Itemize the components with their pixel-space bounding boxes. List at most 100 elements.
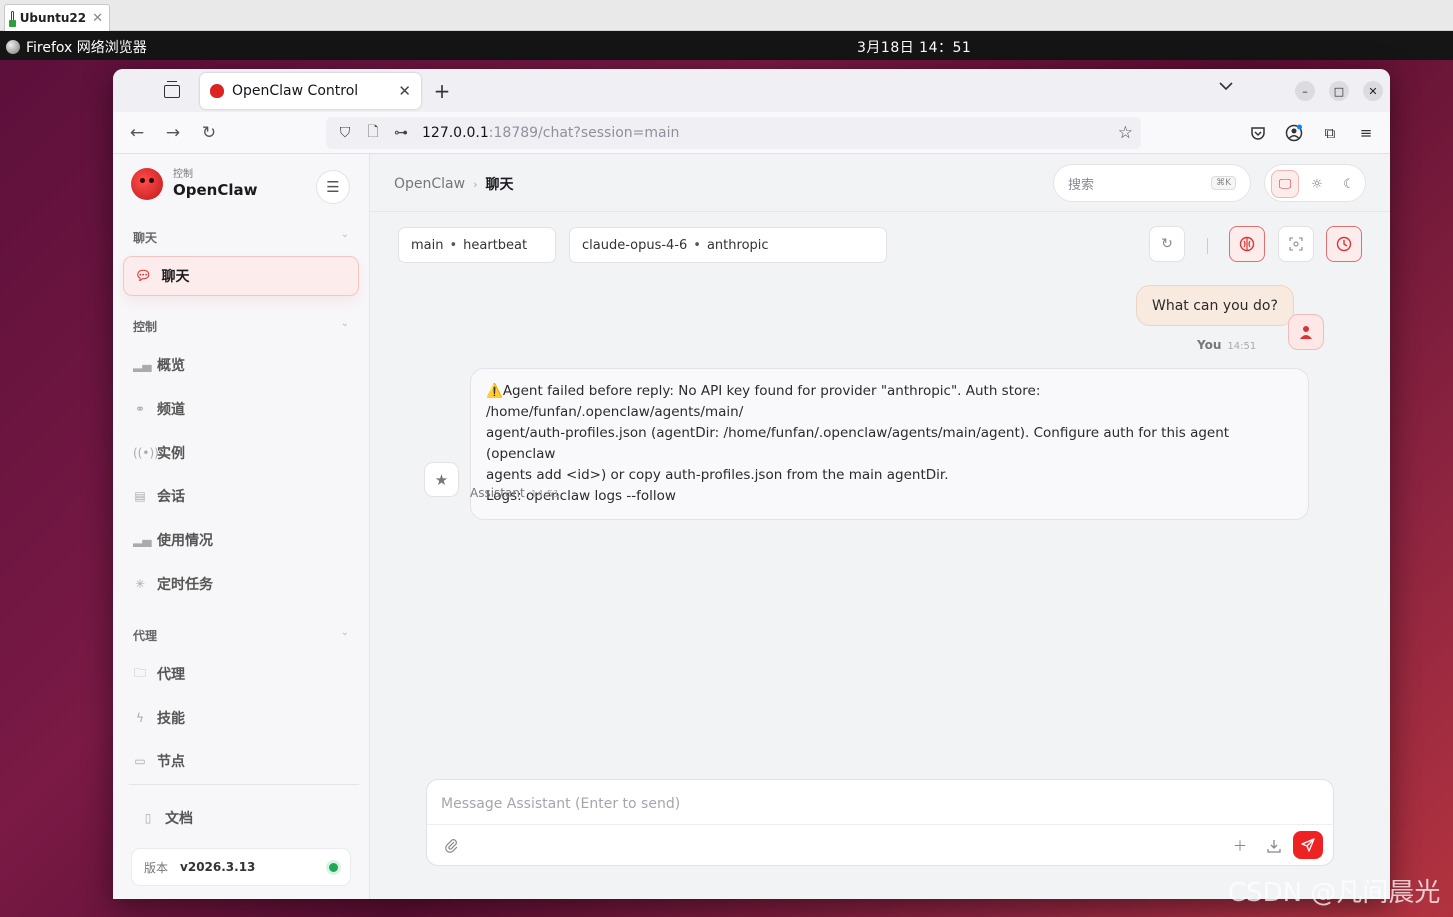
chevron-down-icon: ⌄ xyxy=(340,229,349,240)
section-header-agent[interactable]: 代理 ⌄ xyxy=(133,627,349,644)
account-icon[interactable] xyxy=(1282,121,1306,145)
breadcrumb-separator: › xyxy=(473,177,478,191)
maximize-window-button[interactable]: □ xyxy=(1329,81,1349,101)
pocket-icon[interactable] xyxy=(1246,121,1270,145)
close-tab-icon[interactable]: ✕ xyxy=(398,82,411,100)
monitor-theme-icon[interactable]: 🖵︎ xyxy=(1271,170,1299,198)
desktop-top-bar: Firefox 网络浏览器 3月18日 14：51 xyxy=(0,31,1453,60)
minimize-window-button[interactable]: – xyxy=(1295,81,1315,101)
brain-icon[interactable] xyxy=(1229,226,1265,262)
breadcrumb-root[interactable]: OpenClaw xyxy=(394,176,465,192)
loader-icon: ✳ xyxy=(134,577,146,591)
openclaw-favicon-icon xyxy=(210,84,224,98)
close-window-button[interactable]: ✕ xyxy=(1363,81,1383,101)
send-button[interactable] xyxy=(1293,831,1323,859)
version-label: 版本 xyxy=(144,860,169,875)
section-header-chat[interactable]: 聊天 ⌄ xyxy=(133,229,349,246)
sidebar-item-sessions[interactable]: ▤ 会话 xyxy=(133,481,353,511)
warning-icon: ⚠️ xyxy=(486,383,503,399)
composer-divider xyxy=(427,824,1335,825)
session-selector[interactable]: main • heartbeat xyxy=(398,227,556,263)
assistant-error-line-4: Logs: openclaw logs --follow xyxy=(486,488,676,504)
moon-icon[interactable]: ☾ xyxy=(1335,170,1363,198)
reload-icon[interactable]: ↻ xyxy=(197,121,221,145)
sidebar-item-nodes[interactable]: ▭ 节点 xyxy=(133,746,353,776)
vm-tab[interactable]: Ubuntu22 ✕ xyxy=(4,4,110,31)
assistant-error-line-1: ⚠️Agent failed before reply: No API key … xyxy=(486,383,1041,420)
folder-icon: 🗀 xyxy=(133,665,146,680)
sun-icon[interactable]: ☼ xyxy=(1303,170,1331,198)
focus-icon[interactable] xyxy=(1278,226,1314,262)
user-message-meta: You 14:51 xyxy=(1197,338,1257,352)
sidebar-item-agents[interactable]: 🗀 代理 xyxy=(133,659,353,689)
plus-icon[interactable]: ＋ xyxy=(1229,835,1251,857)
active-app-name: Firefox 网络浏览器 xyxy=(26,40,147,56)
sidebar-item-overview[interactable]: ▂▄ 概览 xyxy=(133,350,353,380)
bookmark-star-icon[interactable]: ☆ xyxy=(1118,123,1133,143)
vm-tab-strip: Ubuntu22 ✕ xyxy=(0,0,1453,31)
browser-nav-bar: ← → ↻ ⛉ 🗋 ⊶ 127.0.0.1:18789/chat?session… xyxy=(113,112,1390,154)
vm-tab-close-icon[interactable]: ✕ xyxy=(92,11,103,26)
assistant-star-icon: ★ xyxy=(424,462,459,497)
paperclip-icon[interactable] xyxy=(441,835,463,857)
assistant-error-line-2: agent/auth-profiles.json (agentDir: /hom… xyxy=(486,425,1230,462)
assistant-error-line-3: agents add <id>) or copy auth-profiles.j… xyxy=(486,467,949,483)
brand-name: OpenClaw xyxy=(173,181,258,199)
download-icon[interactable] xyxy=(1263,835,1285,857)
back-arrow-icon[interactable]: ← xyxy=(125,121,149,145)
page-info-icon[interactable]: 🗋 xyxy=(364,121,382,145)
key-icon[interactable]: ⊶ xyxy=(392,125,410,141)
sidebar-menu-button[interactable]: ☰ xyxy=(316,170,350,204)
extensions-icon[interactable]: ⧉ xyxy=(1318,121,1342,145)
assistant-message-meta: Assistant 14:51 xyxy=(470,486,560,500)
sidebar-item-cron[interactable]: ✳ 定时任务 xyxy=(133,569,353,599)
openclaw-app: 控制 OpenClaw ☰ 聊天⌄ 💬︎ 聊天 控制⌄ ▂▄概览 ⚭频道 xyxy=(113,154,1390,899)
model-selector[interactable]: claude-opus-4-6 • anthropic xyxy=(569,227,887,263)
app-menu-icon[interactable]: ≡ xyxy=(1354,121,1378,145)
tab-list-icon[interactable] xyxy=(161,80,183,102)
chevron-down-icon[interactable] xyxy=(1219,79,1233,95)
sidebar-item-docs[interactable]: ▯ 文档 xyxy=(141,803,361,833)
document-icon: ▤ xyxy=(134,489,146,503)
sidebar-item-usage[interactable]: ▂▄ 使用情况 xyxy=(133,525,353,555)
watermark: CSDN @凡间晨光 xyxy=(1228,878,1441,908)
clock-icon[interactable] xyxy=(1326,226,1362,262)
version-value: v2026.3.13 xyxy=(180,860,256,874)
search-placeholder: 搜索 xyxy=(1068,177,1095,193)
system-clock[interactable]: 3月18日 14：51 xyxy=(857,37,971,57)
book-icon: ▯ xyxy=(144,811,152,825)
main-panel: OpenClaw › 聊天 搜索 ⌘K 🖵︎ ☼ ☾ main • heartbea… xyxy=(370,154,1390,899)
openclaw-logo-icon xyxy=(131,168,163,200)
monitor-icon: ▭ xyxy=(134,754,146,768)
link-icon: ⚭ xyxy=(134,402,146,416)
sidebar-item-skills[interactable]: ϟ 技能 xyxy=(133,703,353,733)
search-shortcut-hint: ⌘K xyxy=(1211,176,1236,190)
sidebar-divider xyxy=(129,784,359,785)
browser-tab-title: OpenClaw Control xyxy=(232,83,359,99)
message-composer: ＋ xyxy=(426,779,1335,866)
user-message-bubble: What can you do? xyxy=(1136,285,1294,326)
forward-arrow-icon[interactable]: → xyxy=(161,121,185,145)
active-app-menu[interactable]: Firefox 网络浏览器 xyxy=(6,37,147,57)
shield-icon[interactable]: ⛉ xyxy=(336,125,354,141)
sidebar-item-chat[interactable]: 💬︎ 聊天 xyxy=(123,256,359,296)
new-tab-button[interactable]: + xyxy=(432,79,452,103)
sidebar-item-instances[interactable]: ((•)) 实例 xyxy=(133,438,353,468)
brand: 控制 OpenClaw xyxy=(131,168,257,200)
firefox-icon xyxy=(6,40,20,54)
message-input[interactable] xyxy=(441,790,1311,818)
url-bar[interactable]: ⛉ 🗋 ⊶ 127.0.0.1:18789/chat?session=main … xyxy=(326,117,1141,149)
firefox-window: OpenClaw Control ✕ + – □ ✕ ← → ↻ ⛉ 🗋 ⊶ 1… xyxy=(113,69,1390,899)
refresh-icon[interactable]: ↻ xyxy=(1149,226,1185,262)
browser-tab-active[interactable]: OpenClaw Control ✕ xyxy=(200,73,421,109)
bar-chart-icon: ▂▄ xyxy=(133,533,152,547)
user-avatar-icon xyxy=(1288,314,1324,350)
vm-icon xyxy=(8,11,16,27)
chevron-down-icon: ⌄ xyxy=(340,318,349,329)
section-header-control[interactable]: 控制 ⌄ xyxy=(133,318,349,335)
search-box[interactable]: 搜索 ⌘K xyxy=(1053,164,1251,202)
sidebar-item-channels[interactable]: ⚭ 频道 xyxy=(133,394,353,424)
bar-chart-icon: ▂▄ xyxy=(133,358,152,372)
url-text[interactable]: 127.0.0.1:18789/chat?session=main xyxy=(422,125,679,141)
vm-tab-label: Ubuntu22 xyxy=(19,11,87,25)
